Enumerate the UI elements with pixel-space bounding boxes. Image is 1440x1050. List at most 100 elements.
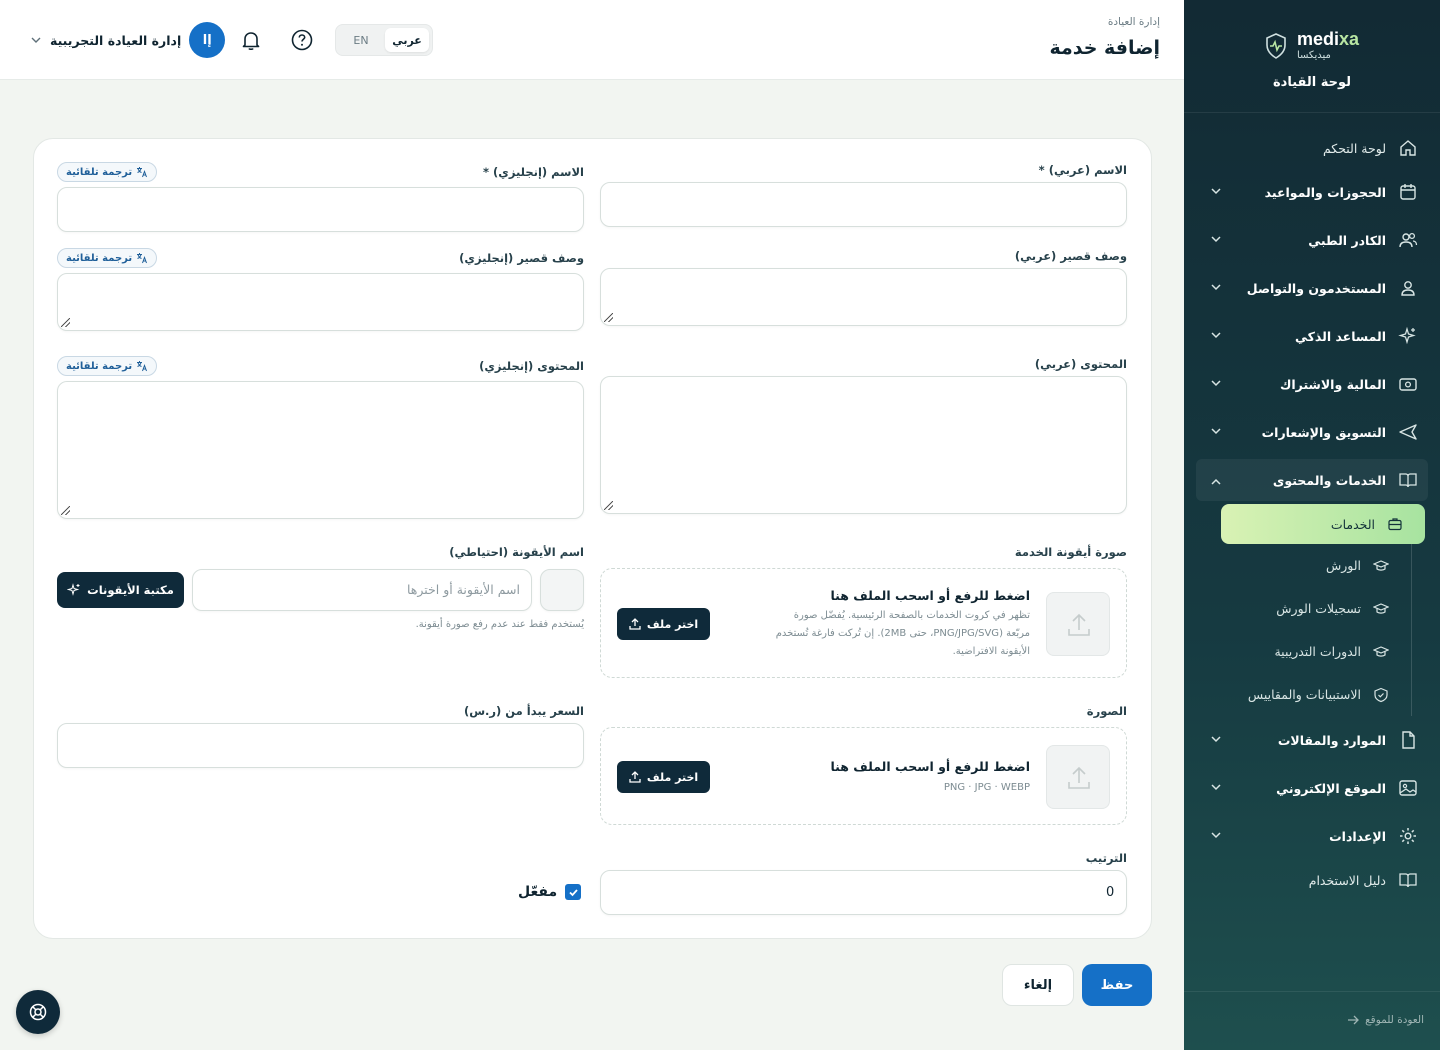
price-label: السعر يبدأ من (ر.س): [463, 704, 584, 718]
icon-library-button[interactable]: مكتبة الأيقونات: [57, 572, 184, 608]
file-icon: [1402, 731, 1415, 749]
image-upload-preview: [1046, 745, 1110, 809]
gear-icon: [1400, 828, 1416, 844]
money-icon: [1399, 378, 1417, 391]
users-icon: [1399, 232, 1418, 248]
home-icon: [1400, 140, 1416, 156]
graduation-cap-icon: [1373, 559, 1389, 571]
sidebar-subitem-courses[interactable]: الدورات التدريبية: [1184, 630, 1411, 673]
send-icon: [1399, 424, 1417, 440]
icon-name-note: يُستخدم فقط عند عدم رفع صورة أيقونة.: [415, 619, 584, 630]
auto-translate-name-button[interactable]: ترجمة تلقائية: [57, 162, 158, 182]
icon-name-label: اسم الأيقونة (احتياطي): [449, 545, 584, 559]
sidebar-subitem-workshops[interactable]: الورش: [1184, 544, 1411, 587]
graduation-cap-icon: [1373, 602, 1389, 614]
order-input[interactable]: [600, 870, 1127, 915]
cancel-button[interactable]: إلغاء: [1002, 964, 1074, 1006]
sidebar-item-bookings[interactable]: الحجوزات والمواعيد: [1184, 168, 1440, 216]
user-name: إدارة العيادة التجريبية: [50, 32, 182, 48]
image-upload-title: اضغط للرفع أو اسحب الملف هنا: [830, 759, 1030, 774]
lang-en-button[interactable]: EN: [339, 28, 383, 52]
sidebar-item-website[interactable]: الموقع الإلكتروني: [1184, 764, 1440, 812]
content-ar-textarea[interactable]: [600, 376, 1127, 514]
translate-icon: [137, 253, 148, 264]
services-subnav: الخدمات الورش تسجيلات الورش الدورات التد…: [1184, 504, 1425, 716]
sidebar: medixa ميديكسا لوحة القيادة لوحة التحكم …: [1184, 0, 1440, 1050]
content-en-textarea[interactable]: [57, 381, 584, 519]
icon-upload-hint-1: تظهر في كروت الخدمات بالصفحة الرئيسية. ي…: [793, 610, 1030, 621]
bell-icon[interactable]: [239, 28, 263, 52]
short-desc-en-textarea[interactable]: [57, 273, 584, 331]
sidebar-item-ai-assistant[interactable]: المساعد الذكي: [1184, 312, 1440, 360]
sidebar-item-marketing[interactable]: التسويق والإشعارات: [1184, 408, 1440, 456]
content-ar-label: المحتوى (عربي): [1034, 357, 1127, 371]
help-icon[interactable]: [290, 28, 314, 52]
sidebar-item-medical-staff[interactable]: الكادر الطبي: [1184, 216, 1440, 264]
price-input[interactable]: [57, 723, 584, 768]
sparkles-icon: [1398, 326, 1416, 345]
book-icon: [1399, 473, 1417, 488]
upload-icon: [1068, 766, 1090, 789]
user-menu[interactable]: إا إدارة العيادة التجريبية: [30, 22, 226, 58]
active-label: مفعّل: [518, 884, 558, 900]
short-desc-ar-textarea[interactable]: [600, 268, 1127, 326]
chevron-down-icon: [1211, 236, 1221, 243]
icon-upload-hint-3: الأيقونة الافتراضية.: [952, 646, 1030, 657]
sidebar-item-settings[interactable]: الإعدادات: [1184, 812, 1440, 860]
help-widget-button[interactable]: [16, 990, 60, 1034]
icon-preview-box: [540, 569, 584, 611]
translate-icon: [137, 167, 148, 178]
short-desc-en-label: وصف قصير (إنجليزي): [459, 251, 584, 265]
active-checkbox[interactable]: [565, 884, 582, 900]
breadcrumb[interactable]: إدارة العيادة: [1108, 16, 1160, 28]
sidebar-item-resources[interactable]: الموارد والمقالات: [1184, 716, 1440, 764]
image-icon: [1399, 780, 1417, 796]
top-bar: إدارة العيادة إضافة خدمة EN عربي إا إدار…: [0, 0, 1184, 80]
briefcase-icon: [1388, 518, 1402, 531]
sidebar-subitem-workshop-registrations[interactable]: تسجيلات الورش: [1184, 587, 1411, 630]
upload-icon: [629, 618, 641, 630]
language-switch: EN عربي: [335, 24, 433, 56]
save-button[interactable]: حفظ: [1082, 964, 1152, 1006]
arrow-right-icon: [1348, 1015, 1360, 1025]
user-icon: [1401, 281, 1415, 296]
sidebar-item-user-guide[interactable]: دليل الاستخدام: [1184, 860, 1440, 900]
sidebar-subitem-services[interactable]: الخدمات: [1221, 504, 1425, 544]
chevron-down-icon: [1211, 332, 1221, 339]
avatar: إا: [189, 22, 226, 58]
sidebar-item-services-content[interactable]: الخدمات والمحتوى: [1196, 459, 1428, 501]
image-pick-file-button[interactable]: اختر ملف: [617, 761, 710, 793]
auto-translate-content-button[interactable]: ترجمة تلقائية: [57, 356, 158, 376]
active-toggle[interactable]: مفعّل: [518, 884, 582, 900]
sidebar-bottom-divider: [1184, 991, 1440, 992]
sidebar-item-finance[interactable]: المالية والاشتراك: [1184, 360, 1440, 408]
name-ar-input[interactable]: [600, 182, 1127, 227]
calendar-icon: [1400, 184, 1416, 200]
image-upload-hint: PNG · JPG · WEBP: [943, 782, 1030, 793]
upload-preview: [1046, 592, 1110, 656]
lang-ar-button[interactable]: عربي: [385, 28, 429, 52]
auto-translate-short-desc-button[interactable]: ترجمة تلقائية: [57, 248, 158, 268]
dashboard-title: لوحة القيادة: [1272, 75, 1352, 90]
icon-upload-title: اضغط للرفع أو اسحب الملف هنا: [830, 588, 1030, 603]
brand-subtitle: ميديكسا: [1296, 50, 1331, 61]
sidebar-subitem-surveys[interactable]: الاستبيانات والمقاييس: [1184, 673, 1411, 716]
chevron-down-icon: [1211, 284, 1221, 291]
chevron-down-icon: [1211, 380, 1221, 387]
back-to-site-link[interactable]: العودة للموقع: [1347, 1014, 1424, 1026]
icon-pick-file-button[interactable]: اختر ملف: [617, 608, 710, 640]
graduation-cap-icon: [1373, 645, 1389, 657]
chevron-down-icon: [1211, 832, 1221, 839]
sparkles-icon: [67, 583, 80, 596]
brand: medixa ميديكسا لوحة القيادة: [1184, 30, 1440, 90]
check-icon: [569, 888, 578, 896]
upload-icon: [629, 771, 641, 783]
sidebar-item-users[interactable]: المستخدمون والتواصل: [1184, 264, 1440, 312]
chevron-up-icon: [1211, 478, 1221, 485]
sidebar-item-dashboard[interactable]: لوحة التحكم: [1184, 128, 1440, 168]
shield-icon: [1374, 687, 1388, 702]
name-en-input[interactable]: [57, 187, 584, 232]
image-label: الصورة: [1086, 704, 1127, 718]
content-en-label: المحتوى (إنجليزي): [479, 359, 584, 373]
icon-name-placeholder: اسم الأيقونة أو اخترها: [406, 582, 520, 597]
